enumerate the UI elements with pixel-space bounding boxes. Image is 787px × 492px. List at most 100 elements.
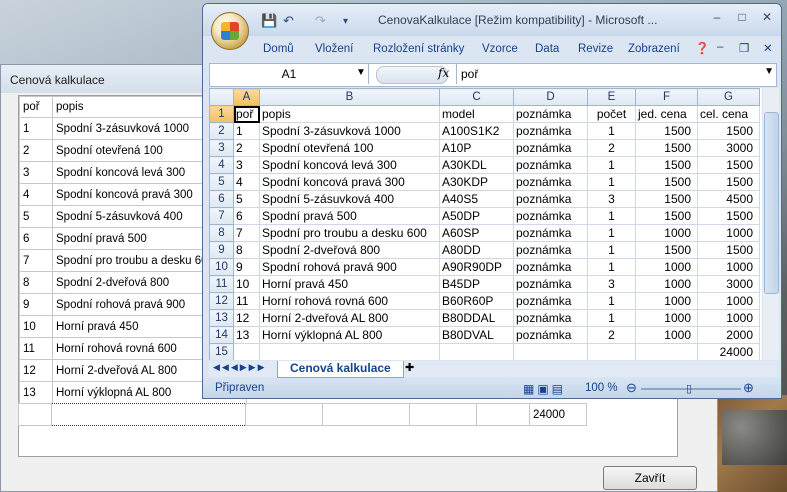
- cell[interactable]: 1500: [635, 241, 698, 259]
- cell[interactable]: [587, 343, 636, 360]
- zoom-level[interactable]: 100 %: [585, 382, 618, 394]
- column-header-b[interactable]: B: [259, 88, 440, 106]
- cell[interactable]: 1500: [697, 122, 760, 140]
- cell[interactable]: 5: [233, 190, 260, 208]
- cell[interactable]: 1500: [697, 173, 760, 191]
- insert-sheet-icon[interactable]: ✚: [405, 361, 414, 374]
- cell[interactable]: 3: [587, 190, 636, 208]
- cell[interactable]: [439, 343, 514, 360]
- total-cell[interactable]: 24000: [697, 343, 760, 360]
- cell-c1[interactable]: model: [439, 105, 514, 123]
- cell-a1[interactable]: poř: [233, 105, 260, 123]
- redo-icon[interactable]: ↷: [315, 13, 326, 29]
- cell[interactable]: poznámka: [513, 309, 588, 327]
- cell[interactable]: 1: [587, 173, 636, 191]
- cell[interactable]: poznámka: [513, 326, 588, 344]
- cell[interactable]: poznámka: [513, 241, 588, 259]
- cell[interactable]: 6: [233, 207, 260, 225]
- cell[interactable]: 1000: [635, 292, 698, 310]
- row-header[interactable]: 1: [209, 105, 234, 123]
- cell[interactable]: poznámka: [513, 139, 588, 157]
- cell[interactable]: 2: [587, 326, 636, 344]
- row-header[interactable]: 11: [209, 275, 234, 293]
- row-header[interactable]: 15: [209, 343, 234, 360]
- cell[interactable]: 1: [587, 258, 636, 276]
- column-header-d[interactable]: D: [513, 88, 588, 106]
- cell[interactable]: 7: [233, 224, 260, 242]
- cell[interactable]: A50DP: [439, 207, 514, 225]
- cell[interactable]: Horní 2-dveřová AL 800: [259, 309, 440, 327]
- help-icon[interactable]: ❓: [695, 41, 709, 55]
- cell[interactable]: A10P: [439, 139, 514, 157]
- cell[interactable]: poznámka: [513, 207, 588, 225]
- cell[interactable]: 1500: [697, 241, 760, 259]
- cell[interactable]: Horní rohová rovná 600: [259, 292, 440, 310]
- row-header[interactable]: 3: [209, 139, 234, 157]
- cell[interactable]: Spodní 2-dveřová 800: [259, 241, 440, 259]
- cell[interactable]: 1500: [635, 190, 698, 208]
- cell[interactable]: 3: [233, 156, 260, 174]
- column-header-a[interactable]: A: [233, 88, 260, 106]
- cell[interactable]: A30KDP: [439, 173, 514, 191]
- save-icon[interactable]: 💾: [261, 13, 277, 29]
- cell[interactable]: 1500: [635, 156, 698, 174]
- formula-input[interactable]: poř: [456, 64, 758, 84]
- cell[interactable]: 1000: [697, 292, 760, 310]
- cell[interactable]: poznámka: [513, 190, 588, 208]
- undo-icon[interactable]: ↶: [283, 13, 294, 29]
- cell[interactable]: A30KDL: [439, 156, 514, 174]
- cell[interactable]: Horní pravá 450: [259, 275, 440, 293]
- cell[interactable]: 1500: [635, 139, 698, 157]
- cell[interactable]: poznámka: [513, 156, 588, 174]
- tab-revize[interactable]: Revize: [578, 43, 613, 55]
- row-header[interactable]: 6: [209, 190, 234, 208]
- cell[interactable]: 1000: [697, 258, 760, 276]
- customize-toolbar-icon[interactable]: ▾: [343, 16, 348, 27]
- cell[interactable]: 13: [233, 326, 260, 344]
- cell[interactable]: 4: [233, 173, 260, 191]
- cell[interactable]: 11: [233, 292, 260, 310]
- row-header[interactable]: 14: [209, 326, 234, 344]
- cell-b1[interactable]: popis: [259, 105, 440, 123]
- cell[interactable]: 2000: [697, 326, 760, 344]
- minimize-icon[interactable]: –: [708, 10, 726, 26]
- cell-e1[interactable]: počet: [587, 105, 636, 123]
- cell[interactable]: 1500: [697, 156, 760, 174]
- cell[interactable]: 1000: [635, 326, 698, 344]
- cell[interactable]: poznámka: [513, 122, 588, 140]
- zoom-in-icon[interactable]: ⊕: [743, 380, 754, 396]
- cell[interactable]: 1500: [635, 173, 698, 191]
- cell[interactable]: Spodní 5-zásuvková 400: [259, 190, 440, 208]
- cell[interactable]: 3000: [697, 275, 760, 293]
- insert-function-icon[interactable]: fx: [438, 66, 449, 80]
- row-header[interactable]: 10: [209, 258, 234, 276]
- cell-g1[interactable]: cel. cena: [697, 105, 760, 123]
- cell[interactable]: 2: [233, 139, 260, 157]
- zoom-out-icon[interactable]: ⊖: [626, 380, 637, 396]
- cell[interactable]: [513, 343, 588, 360]
- cell[interactable]: 1000: [635, 258, 698, 276]
- cell[interactable]: 1: [233, 122, 260, 140]
- cell[interactable]: A40S5: [439, 190, 514, 208]
- cell[interactable]: 1: [587, 224, 636, 242]
- name-box-dropdown-icon[interactable]: ▼: [356, 67, 366, 78]
- maximize-icon[interactable]: □: [733, 10, 751, 26]
- row-header[interactable]: 8: [209, 224, 234, 242]
- tab-vlozeni[interactable]: Vložení: [315, 43, 353, 55]
- tab-cenova-kalkulace[interactable]: Cenová kalkulace: [277, 361, 404, 378]
- close-button[interactable]: Zavřít: [603, 466, 697, 490]
- column-header-e[interactable]: E: [587, 88, 636, 106]
- column-header-c[interactable]: C: [439, 88, 514, 106]
- cell-f1[interactable]: jed. cena: [635, 105, 698, 123]
- tab-data[interactable]: Data: [535, 43, 559, 55]
- cell[interactable]: Spodní 3-zásuvková 1000: [259, 122, 440, 140]
- cell[interactable]: 9: [233, 258, 260, 276]
- cell[interactable]: poznámka: [513, 275, 588, 293]
- column-header-f[interactable]: F: [635, 88, 698, 106]
- cell[interactable]: 1: [587, 241, 636, 259]
- cell[interactable]: poznámka: [513, 173, 588, 191]
- ribbon-close-icon[interactable]: ✕: [763, 41, 773, 55]
- row-header[interactable]: 9: [209, 241, 234, 259]
- scrollbar-thumb[interactable]: [764, 112, 779, 294]
- cell[interactable]: Spodní pravá 500: [259, 207, 440, 225]
